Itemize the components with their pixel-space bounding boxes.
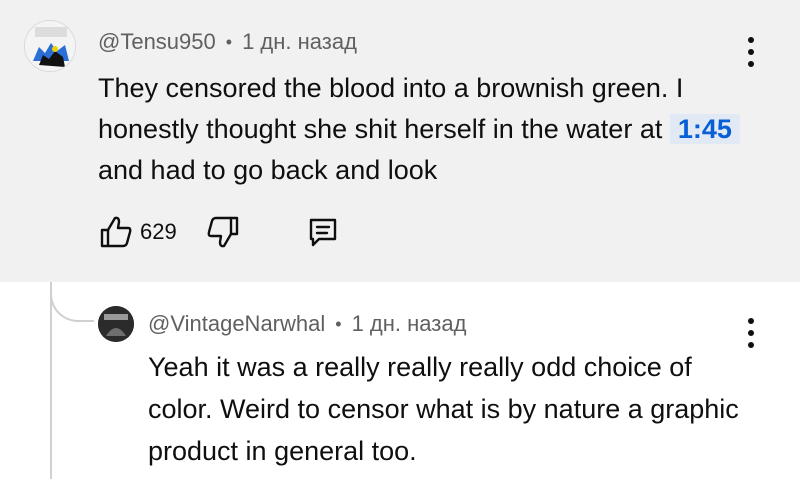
thumb-down-icon[interactable] bbox=[205, 214, 241, 250]
thread-line bbox=[50, 282, 94, 479]
avatar-image bbox=[25, 21, 75, 71]
timestamp-link[interactable]: 1:45 bbox=[669, 114, 740, 144]
comment-meta: @Tensu950 • 1 дн. назад bbox=[98, 28, 357, 56]
avatar[interactable] bbox=[24, 20, 76, 72]
comment-time[interactable]: 1 дн. назад bbox=[242, 29, 357, 55]
comment-actions: 629 bbox=[98, 214, 341, 250]
reply-comment-icon[interactable] bbox=[305, 214, 341, 250]
reply-text: Yeah it was a really really really odd c… bbox=[148, 352, 739, 466]
reply-author[interactable]: @VintageNarwhal bbox=[148, 311, 325, 337]
thumb-up-icon[interactable] bbox=[98, 214, 134, 250]
top-comment: @Tensu950 • 1 дн. назад They censored th… bbox=[0, 0, 800, 282]
more-vertical-icon[interactable] bbox=[746, 37, 756, 67]
comment-text: They censored the blood into a brownish … bbox=[98, 68, 758, 191]
meta-separator: • bbox=[225, 31, 233, 52]
comment-text-before: They censored the blood into a brownish … bbox=[98, 73, 684, 144]
comment-author[interactable]: @Tensu950 bbox=[98, 29, 216, 55]
comment-text-after: and had to go back and look bbox=[98, 155, 438, 185]
reply-avatar-image bbox=[98, 306, 134, 342]
more-vertical-icon[interactable] bbox=[746, 318, 756, 348]
reply-meta: @VintageNarwhal • 1 дн. назад bbox=[148, 310, 466, 338]
reply-avatar[interactable] bbox=[98, 306, 134, 342]
meta-separator: • bbox=[335, 313, 342, 334]
like-count: 629 bbox=[140, 219, 177, 244]
reply-time[interactable]: 1 дн. назад bbox=[352, 311, 467, 337]
